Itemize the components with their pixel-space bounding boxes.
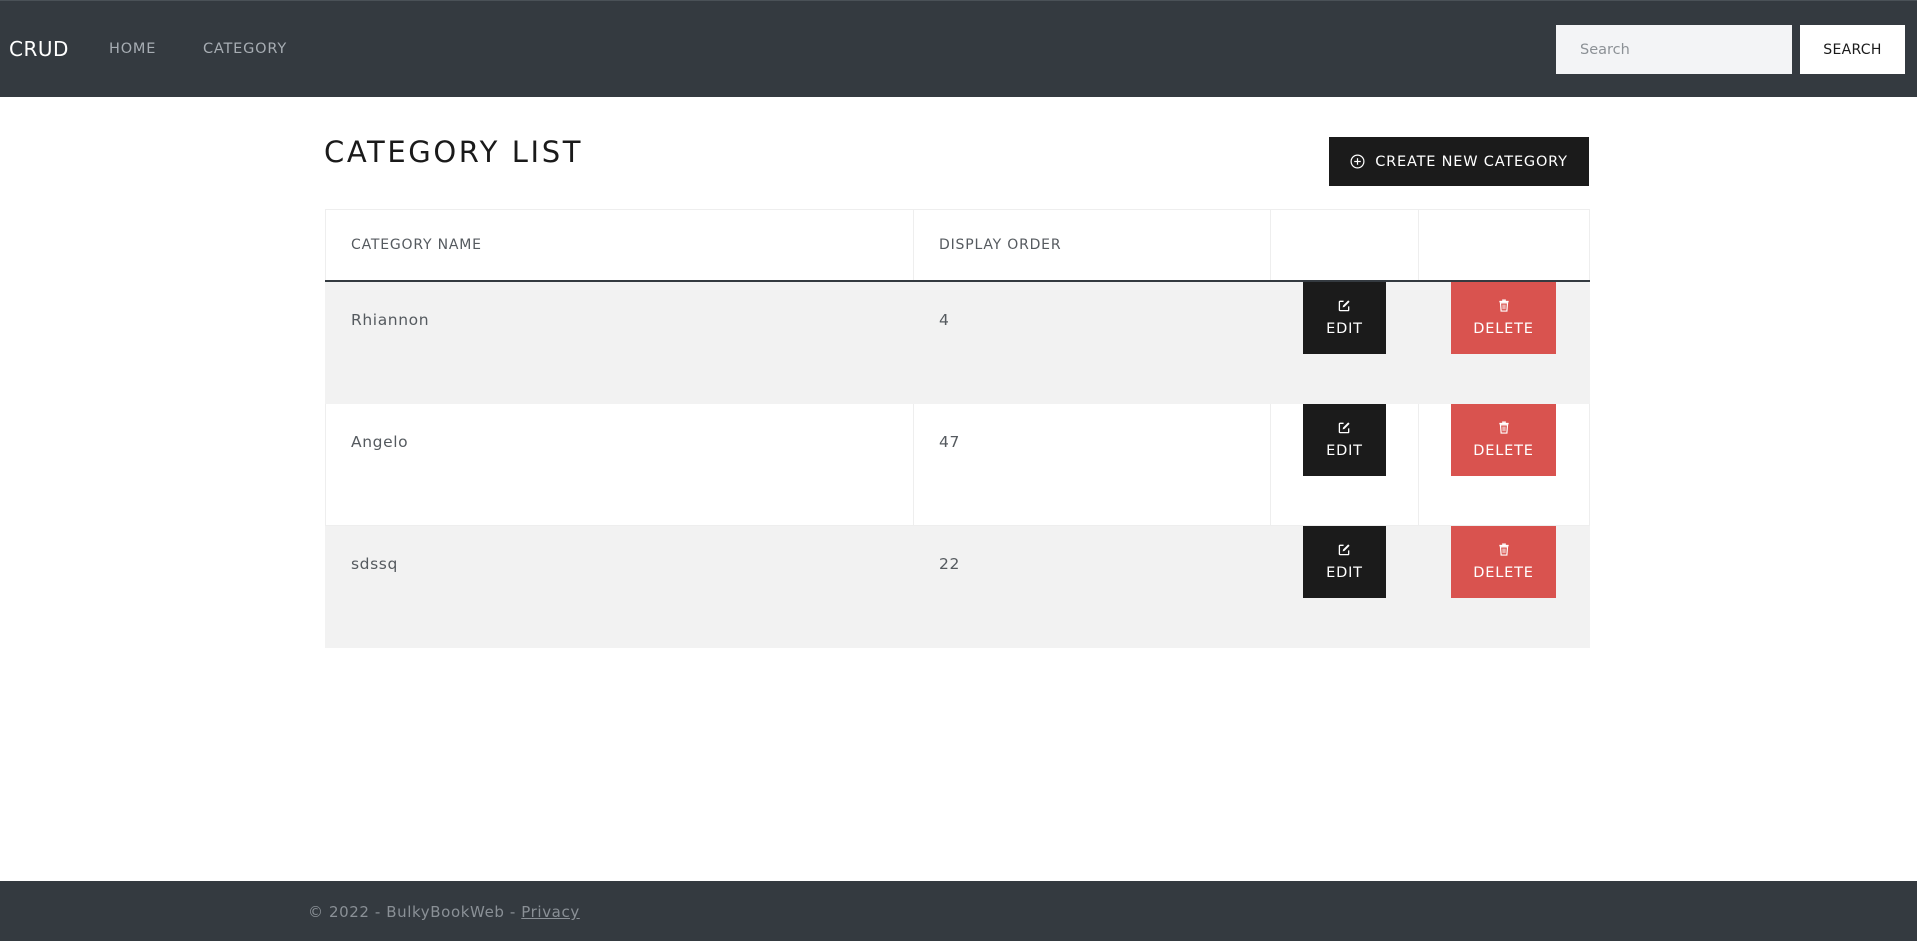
header-category-name: CATEGORY NAME — [325, 209, 914, 282]
search-input[interactable] — [1556, 25, 1792, 74]
delete-label: DELETE — [1473, 565, 1534, 581]
delete-cell: DELETE — [1418, 525, 1590, 648]
navbar: CRUD HOME CATEGORY SEARCH — [0, 0, 1917, 97]
delete-cell: DELETE — [1418, 280, 1590, 404]
table-row: Angelo 47 EDIT DELETE — [325, 403, 1590, 526]
page-title: CATEGORY LIST — [324, 135, 584, 169]
trash-icon — [1498, 421, 1510, 434]
copyright-text: © 2022 - BulkyBookWeb - — [308, 903, 522, 921]
table-row: sdssq 22 EDIT DELETE — [325, 525, 1590, 648]
category-name-cell: sdssq — [325, 525, 914, 648]
edit-label: EDIT — [1326, 443, 1363, 459]
edit-cell: EDIT — [1270, 525, 1419, 648]
footer-text: © 2022 - BulkyBookWeb - Privacy — [308, 903, 580, 921]
category-name-cell: Rhiannon — [325, 280, 914, 404]
delete-label: DELETE — [1473, 443, 1534, 459]
display-order: 47 — [939, 433, 960, 451]
edit-button[interactable]: EDIT — [1303, 526, 1386, 598]
header-edit-column — [1270, 209, 1419, 282]
table-header-row: CATEGORY NAME DISPLAY ORDER — [325, 209, 1590, 282]
display-order-cell: 47 — [913, 403, 1271, 526]
delete-button[interactable]: DELETE — [1451, 282, 1556, 354]
table-row: Rhiannon 4 EDIT DELETE — [325, 280, 1590, 404]
nav-link-category[interactable]: CATEGORY — [203, 41, 287, 57]
header-display-order: DISPLAY ORDER — [913, 209, 1271, 282]
trash-icon — [1498, 299, 1510, 312]
footer: © 2022 - BulkyBookWeb - Privacy — [0, 881, 1917, 941]
trash-icon — [1498, 543, 1510, 556]
delete-button[interactable]: DELETE — [1451, 526, 1556, 598]
delete-label: DELETE — [1473, 321, 1534, 337]
delete-cell: DELETE — [1418, 403, 1590, 526]
edit-label: EDIT — [1326, 565, 1363, 581]
category-table: CATEGORY NAME DISPLAY ORDER Rhiannon 4 E… — [325, 209, 1590, 648]
edit-button[interactable]: EDIT — [1303, 282, 1386, 354]
delete-button[interactable]: DELETE — [1451, 404, 1556, 476]
plus-circle-icon — [1350, 154, 1365, 169]
create-category-label: CREATE NEW CATEGORY — [1375, 153, 1568, 170]
display-order: 4 — [939, 311, 950, 329]
category-name: Angelo — [351, 433, 409, 451]
privacy-link[interactable]: Privacy — [521, 903, 580, 921]
header-delete-column — [1418, 209, 1590, 282]
category-name-cell: Angelo — [325, 403, 914, 526]
display-order-cell: 4 — [913, 280, 1271, 404]
category-name: Rhiannon — [351, 311, 430, 329]
search-button[interactable]: SEARCH — [1800, 25, 1905, 74]
display-order-cell: 22 — [913, 525, 1271, 648]
edit-button[interactable]: EDIT — [1303, 404, 1386, 476]
category-name: sdssq — [351, 555, 398, 573]
edit-label: EDIT — [1326, 321, 1363, 337]
nav-link-home[interactable]: HOME — [109, 41, 156, 57]
create-category-button[interactable]: CREATE NEW CATEGORY — [1329, 137, 1589, 186]
brand-logo[interactable]: CRUD — [9, 37, 69, 61]
edit-cell: EDIT — [1270, 403, 1419, 526]
edit-cell: EDIT — [1270, 280, 1419, 404]
edit-icon — [1338, 421, 1351, 434]
edit-icon — [1338, 543, 1351, 556]
edit-icon — [1338, 299, 1351, 312]
display-order: 22 — [939, 555, 960, 573]
